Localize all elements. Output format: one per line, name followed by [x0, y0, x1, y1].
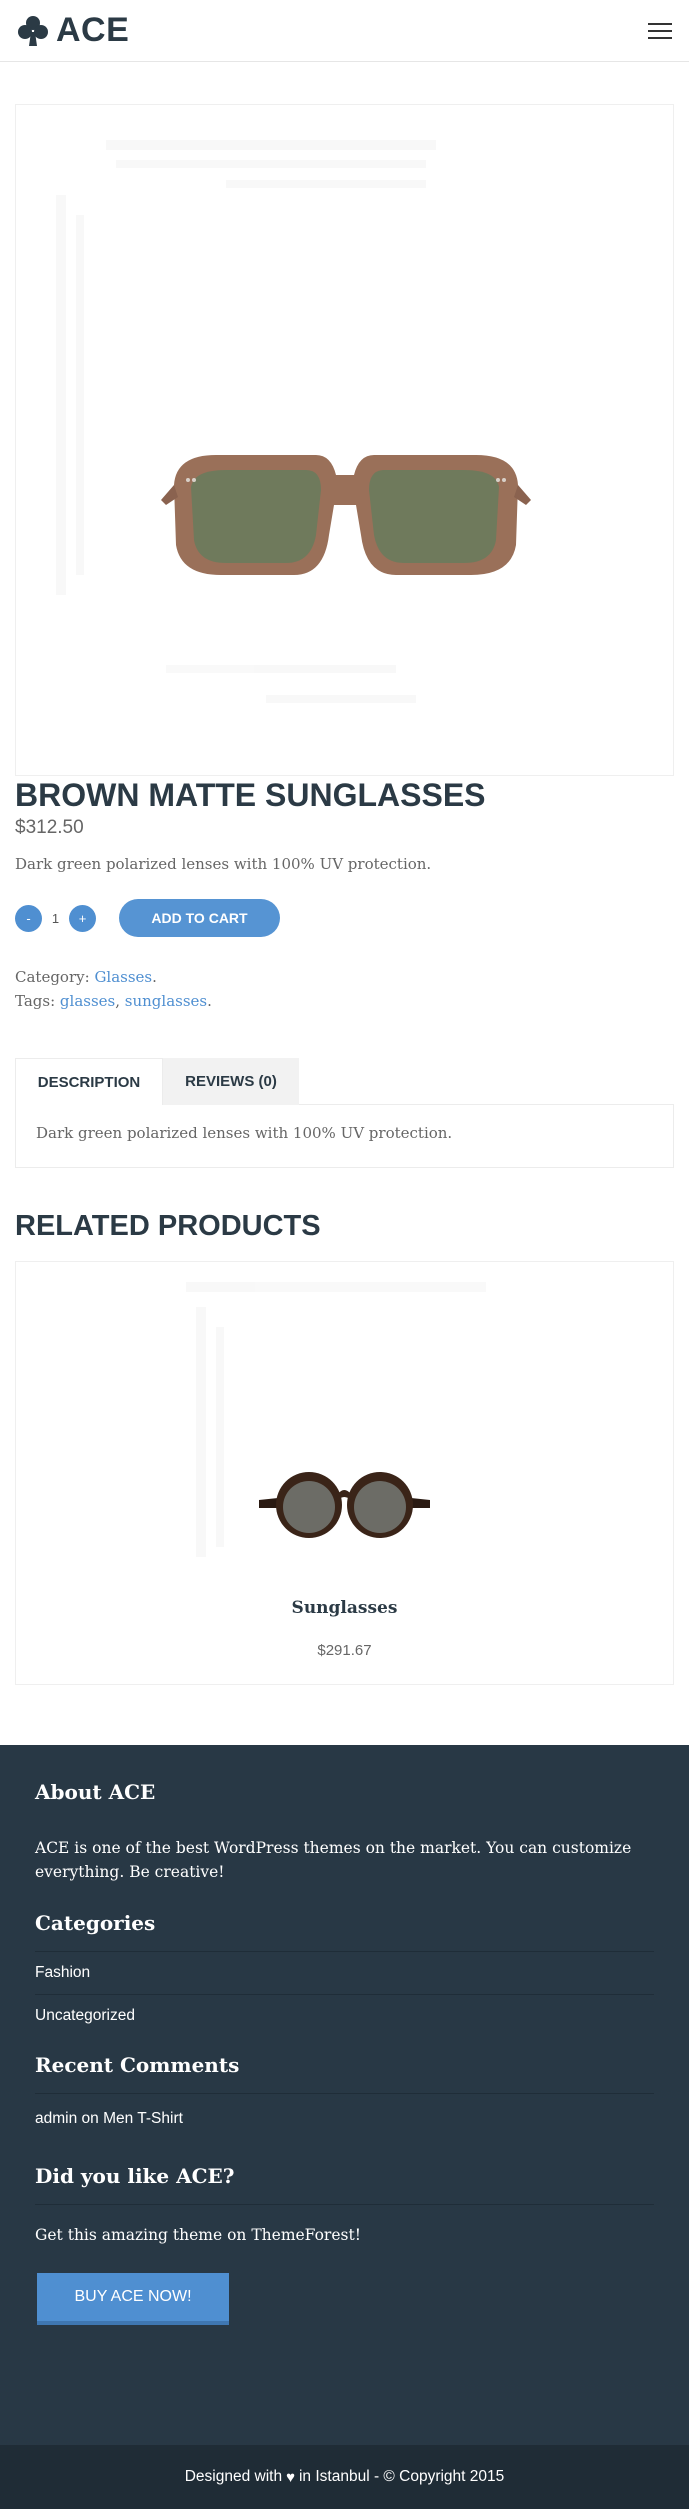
copyright-bar: Designed with ♥ in Istanbul - © Copyrigh… [0, 2445, 689, 2509]
tags-label: Tags: [15, 992, 56, 1011]
tab-panel-description: Dark green polarized lenses with 100% UV… [15, 1104, 674, 1169]
product-meta: Category: Glasses. Tags: glasses, sungla… [15, 965, 674, 1013]
footer-about-text: ACE is one of the best WordPress themes … [35, 1839, 632, 1882]
category-line: Category: Glasses. [15, 968, 157, 987]
site-logo[interactable]: ACE [16, 11, 129, 50]
footer-about-title: About ACE [35, 1780, 156, 1805]
club-icon [18, 15, 48, 46]
buy-ace-button[interactable]: Buy ACE now! [37, 2273, 229, 2326]
add-to-cart-form: - 1 + Add to cart [15, 899, 674, 938]
heart-icon: ♥ [286, 2468, 295, 2486]
comment-on-text: on [81, 2110, 99, 2128]
related-products-heading: RELATED PRODUCTS [15, 1210, 321, 1243]
product-title: BROWN MATTE SUNGLASSES [15, 777, 486, 813]
footer-category-link[interactable]: Uncategorized [35, 1995, 654, 2037]
tag-link[interactable]: glasses [60, 992, 115, 1010]
product-image[interactable] [15, 104, 674, 776]
tags-line: Tags: glasses, sunglasses. [15, 992, 212, 1011]
site-header: ACE [0, 0, 689, 62]
comment-post-link[interactable]: Men T-Shirt [103, 2110, 183, 2127]
tab-reviews[interactable]: REVIEWS (0) [163, 1058, 299, 1106]
copyright-suffix: in Istanbul - © Copyright 2015 [298, 2468, 505, 2486]
footer-recent-comments-widget: Recent Comments admin on Men T-Shirt [35, 2053, 654, 2134]
related-product-card[interactable]: Sunglasses $291.67 [15, 1261, 674, 1686]
footer-recent-comments-title: Recent Comments [35, 2053, 654, 2095]
hamburger-menu-icon[interactable] [645, 20, 675, 42]
related-product-price: $291.67 [317, 1642, 372, 1660]
recent-comment-item: admin on Men T-Shirt [35, 2094, 654, 2134]
product-short-description: Dark green polarized lenses with 100% UV… [15, 855, 432, 874]
footer-promo-text: Get this amazing theme on ThemeForest! [35, 2226, 361, 2245]
copyright-prefix: Designed with [184, 2468, 283, 2486]
quantity-input[interactable]: 1 [42, 911, 69, 926]
category-link[interactable]: Glasses [94, 968, 152, 986]
related-product-name[interactable]: Sunglasses [16, 1598, 673, 1618]
footer-category-link[interactable]: Fashion [35, 1952, 654, 1996]
main-content: BROWN MATTE SUNGLASSES $312.50 Dark gree… [0, 104, 689, 1686]
comment-author[interactable]: admin [35, 2110, 77, 2127]
footer-categories-widget: Categories Fashion Uncategorized [35, 1911, 654, 2037]
footer-promo-widget: Did you like ACE? Get this amazing theme… [35, 2164, 654, 2326]
category-label: Category: [15, 968, 90, 987]
tag-link[interactable]: sunglasses [125, 992, 207, 1010]
product-tabs: DESCRIPTION REVIEWS (0) [15, 1058, 674, 1106]
sunglasses-image [56, 140, 531, 703]
site-footer: About ACE ACE is one of the best WordPre… [0, 1745, 689, 2446]
brand-name: ACE [56, 11, 130, 49]
add-to-cart-button[interactable]: Add to cart [119, 899, 280, 938]
footer-about-widget: About ACE ACE is one of the best WordPre… [35, 1780, 654, 1884]
quantity-increase-button[interactable]: + [69, 904, 96, 932]
footer-promo-title: Did you like ACE? [35, 2164, 654, 2206]
product-price: $312.50 [15, 817, 84, 839]
footer-categories-title: Categories [35, 1911, 654, 1953]
round-sunglasses-image [186, 1282, 486, 1558]
quantity-decrease-button[interactable]: - [15, 904, 42, 932]
tab-description[interactable]: DESCRIPTION [15, 1058, 163, 1106]
